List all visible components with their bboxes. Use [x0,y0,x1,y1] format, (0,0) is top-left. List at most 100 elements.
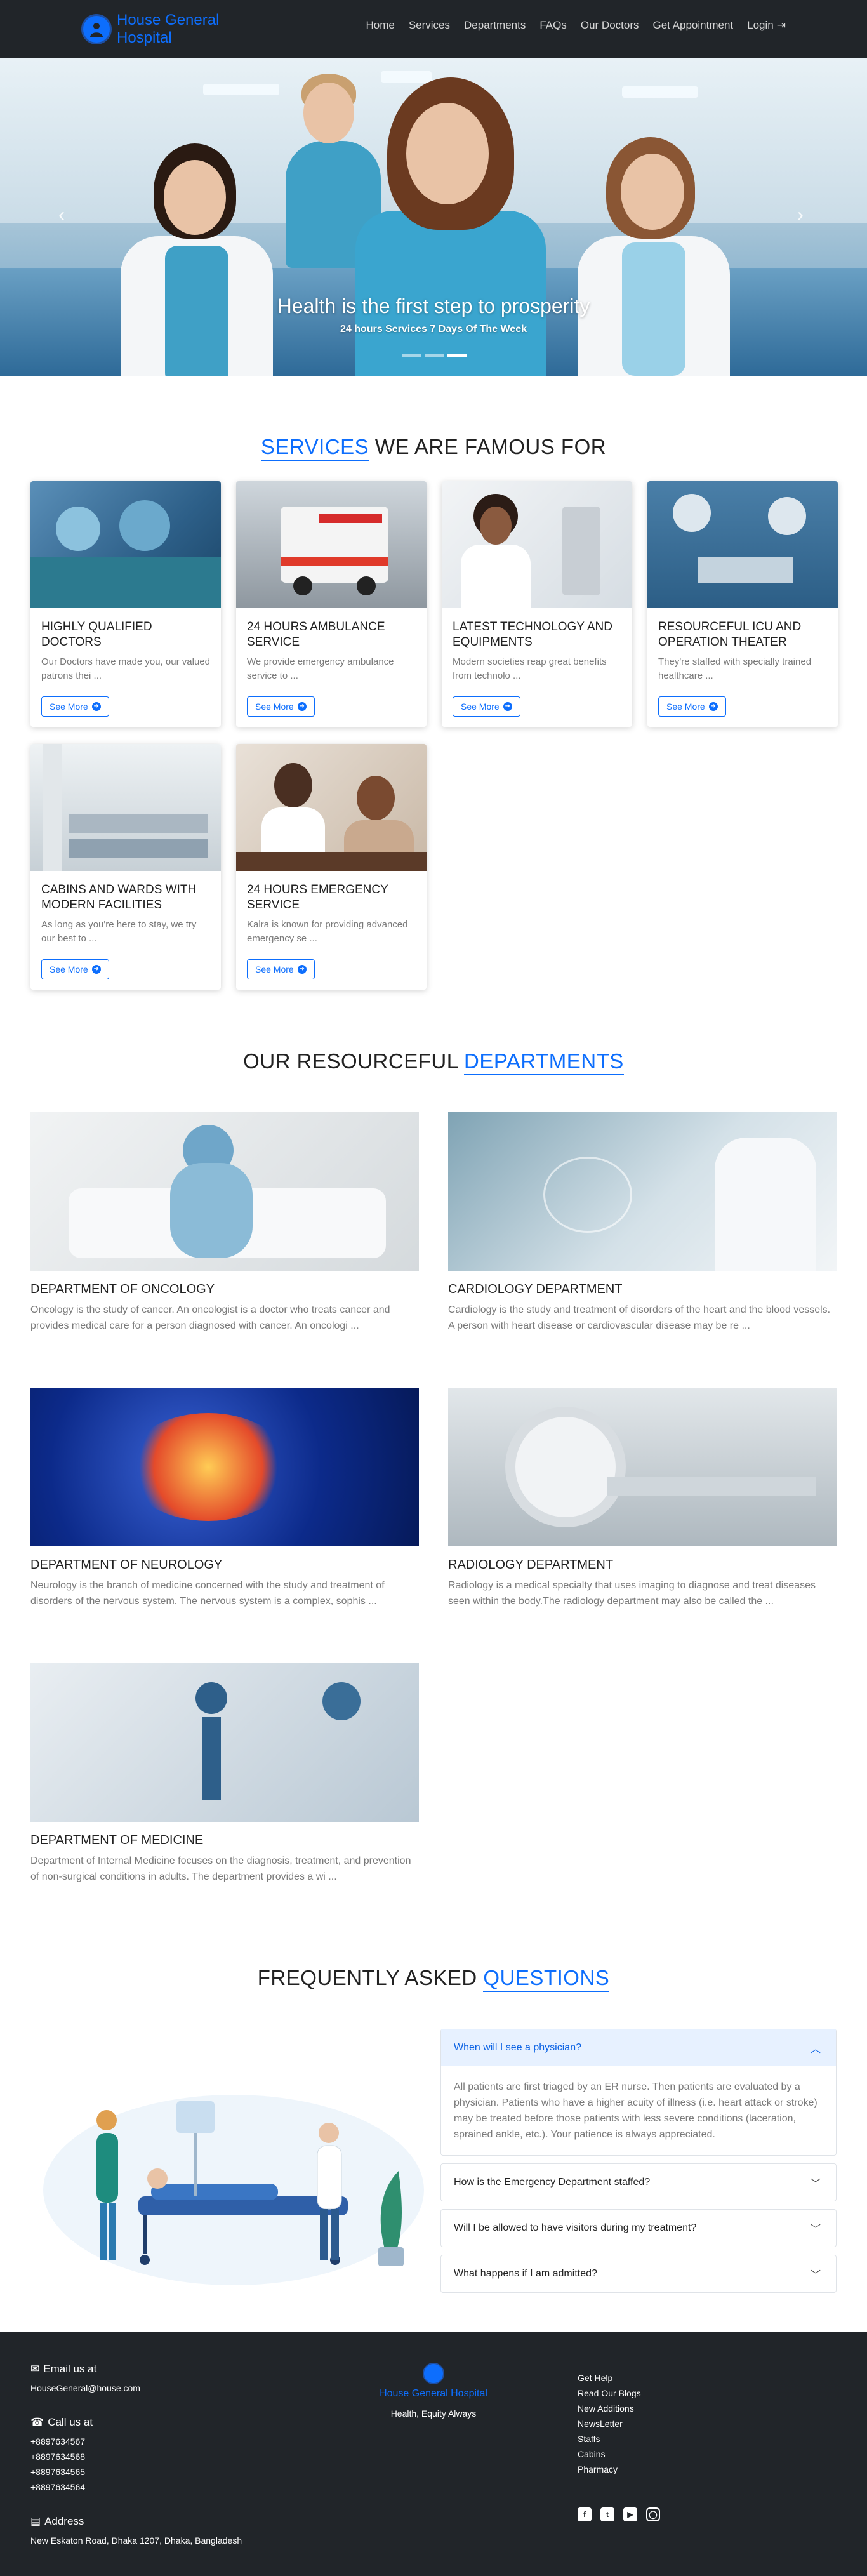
arrow-right-circle-icon: ➜ [503,702,512,711]
department-image-cardiology[interactable] [448,1112,837,1271]
see-more-button[interactable]: See More ➜ [247,696,315,717]
department-title: CARDIOLOGY DEPARTMENT [448,1282,623,1296]
faq-accordion: When will I see a physician? ︿ All patie… [440,2029,837,2300]
nav-home[interactable]: Home [366,19,394,32]
service-image-icu [647,481,838,608]
footer-contact: ✉ Email us at HouseGeneral@house.com ☎ Cal… [30,2363,297,2568]
footer-email-heading: Email us at [43,2363,97,2375]
see-more-button[interactable]: See More ➜ [41,959,109,979]
service-card: LATEST TECHNOLOGY AND EQUIPMENTS Modern … [442,481,632,727]
footer-address-group: ▤ Address New Eskaton Road, Dhaka 1207, D… [30,2515,297,2548]
service-title: LATEST TECHNOLOGY AND EQUIPMENTS [453,620,613,649]
services-heading-text: WE ARE FAMOUS FOR [374,435,607,458]
brand[interactable]: House General Hospital [81,8,237,51]
service-text: Modern societies reap great benefits fro… [453,656,607,681]
faq-question-button[interactable]: How is the Emergency Department staffed?… [441,2164,836,2201]
footer-link-cabins[interactable]: Cabins [578,2447,641,2462]
footer-social: f t ▶ ◯ [578,2507,660,2521]
department-title: DEPARTMENT OF NEUROLOGY [30,1558,223,1572]
service-card: RESOURCEFUL ICU AND OPERATION THEATER Th… [647,481,838,727]
department-image-radiology[interactable] [448,1388,837,1546]
nav-get-appointment[interactable]: Get Appointment [653,19,734,32]
doctor-figure [571,128,736,376]
see-more-button[interactable]: See More ➜ [658,696,726,717]
carousel-next-icon[interactable]: › [797,204,804,226]
footer-address: New Eskaton Road, Dhaka 1207, Dhaka, Ban… [30,2535,242,2546]
nav-links: Home Services Departments FAQs Our Docto… [366,19,786,32]
chevron-up-icon: ︿ [810,2043,821,2055]
see-more-label: See More [255,964,294,974]
arrow-right-circle-icon: ➜ [91,702,101,711]
nav-departments[interactable]: Departments [464,19,526,32]
department-item: DEPARTMENT OF ONCOLOGY Oncology is the s… [30,1112,419,1334]
hospital-logo-icon [81,14,112,44]
carousel-indicator[interactable] [402,354,421,357]
nav-login[interactable]: Login ⇥ [747,19,786,32]
footer-phone[interactable]: +8897634565 [30,2464,297,2480]
service-text: Kalra is known for providing advanced em… [247,919,408,944]
service-title: RESOURCEFUL ICU AND OPERATION THEATER [658,620,802,649]
department-text: Neurology is the branch of medicine conc… [30,1580,385,1607]
facebook-icon[interactable]: f [578,2507,592,2521]
carousel-prev-icon[interactable]: ‹ [58,204,65,226]
see-more-button[interactable]: See More ➜ [247,959,315,979]
department-image-medicine[interactable] [30,1663,419,1822]
carousel-indicator-active[interactable] [447,354,467,357]
footer-tagline: Health, Equity Always [390,2408,477,2419]
service-image-doctors [30,481,221,608]
footer-phone[interactable]: +8897634568 [30,2449,297,2464]
footer-link-pharmacy[interactable]: Pharmacy [578,2462,641,2477]
service-image-emergency [236,744,427,871]
department-text: Cardiology is the study and treatment of… [448,1305,831,1331]
service-card: HIGHLY QUALIFIED DOCTORS Our Doctors hav… [30,481,221,727]
faq-heading: FREQUENTLY ASKED QUESTIONS [0,1966,867,1992]
envelope-icon: ✉ [30,2363,40,2375]
see-more-label: See More [50,964,88,974]
department-text: Radiology is a medical specialty that us… [448,1580,816,1607]
address-card-icon: ▤ [30,2515,41,2527]
chevron-down-icon: ﹀ [810,2224,821,2235]
department-title: RADIOLOGY DEPARTMENT [448,1558,614,1572]
hero-subtitle: 24 hours Services 7 Days Of The Week [340,324,527,335]
department-image-neurology[interactable] [30,1388,419,1546]
faq-question-button[interactable]: When will I see a physician? ︿ [441,2029,836,2066]
footer-phone[interactable]: +8897634564 [30,2480,297,2495]
footer-brand-name[interactable]: House General Hospital [307,2388,560,2400]
carousel-indicator[interactable] [425,354,444,357]
faq-question: What happens if I am admitted? [454,2268,597,2279]
faq-item: What happens if I am admitted? ﹀ [440,2255,837,2293]
doctor-figure [114,135,279,376]
footer-link-staffs[interactable]: Staffs [578,2431,641,2447]
faq-question-button[interactable]: What happens if I am admitted? ﹀ [441,2255,836,2292]
footer-link-blogs[interactable]: Read Our Blogs [578,2386,641,2401]
department-text: Department of Internal Medicine focuses … [30,1856,411,1882]
nav-services[interactable]: Services [409,19,450,32]
faq-illustration [30,2044,424,2285]
service-text: They're staffed with specially trained h… [658,656,812,681]
footer-link-new-additions[interactable]: New Additions [578,2401,641,2416]
see-more-button[interactable]: See More ➜ [41,696,109,717]
footer-link-get-help[interactable]: Get Help [578,2370,641,2386]
faq-item: When will I see a physician? ︿ All patie… [440,2029,837,2156]
nav-faqs[interactable]: FAQs [539,19,567,32]
arrow-right-circle-icon: ➜ [708,702,718,711]
department-image-oncology[interactable] [30,1112,419,1271]
department-text: Oncology is the study of cancer. An onco… [30,1305,390,1331]
see-more-label: See More [461,701,500,712]
youtube-icon[interactable]: ▶ [623,2507,637,2521]
service-title: 24 HOURS EMERGENCY SERVICE [247,883,388,912]
twitter-icon[interactable]: t [600,2507,614,2521]
footer-links: Get Help Read Our Blogs New Additions Ne… [578,2370,641,2477]
service-title: 24 HOURS AMBULANCE SERVICE [247,620,385,649]
faq-question-button[interactable]: Will I be allowed to have visitors durin… [441,2210,836,2247]
footer-email[interactable]: HouseGeneral@house.com [30,2380,297,2396]
nav-our-doctors[interactable]: Our Doctors [581,19,639,32]
footer-phone[interactable]: +8897634567 [30,2434,297,2449]
service-text: As long as you're here to stay, we try o… [41,919,197,944]
footer-link-newsletter[interactable]: NewsLetter [578,2416,641,2431]
arrow-right-circle-icon: ➜ [297,702,307,711]
department-title: DEPARTMENT OF ONCOLOGY [30,1282,215,1296]
see-more-button[interactable]: See More ➜ [453,696,520,717]
chevron-down-icon: ﹀ [810,2270,821,2281]
instagram-icon[interactable]: ◯ [646,2507,660,2521]
